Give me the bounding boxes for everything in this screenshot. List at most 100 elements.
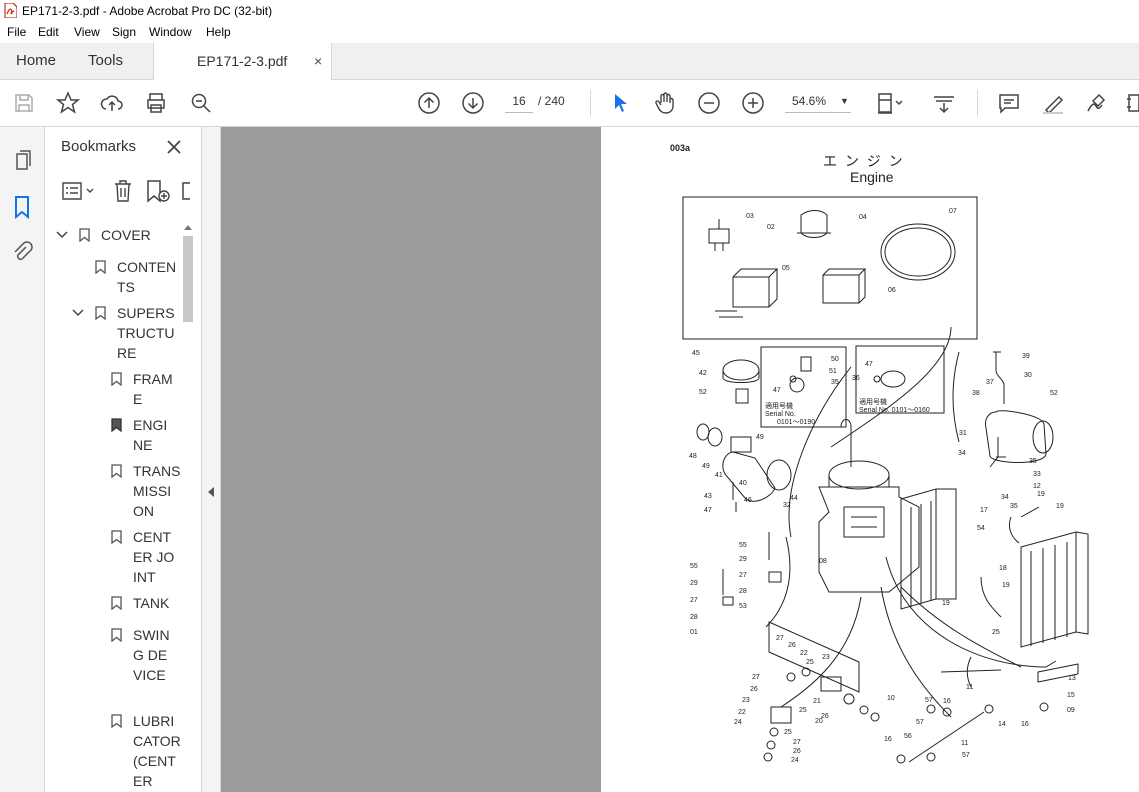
part-number-label: 23 bbox=[822, 654, 830, 661]
chevron-down-icon: ▼ bbox=[840, 96, 849, 106]
bookmark-center-joint[interactable]: CENTER JOINT bbox=[133, 527, 178, 587]
panel-splitter[interactable] bbox=[202, 127, 221, 792]
more-options-icon[interactable] bbox=[181, 179, 191, 203]
select-cursor-icon[interactable] bbox=[609, 91, 633, 115]
part-number-label: 44 bbox=[790, 495, 798, 502]
page-thumbnails-icon[interactable] bbox=[12, 149, 34, 171]
part-number-label: 11 bbox=[966, 684, 974, 691]
tab-home[interactable]: Home bbox=[16, 43, 56, 79]
zoom-out-icon[interactable] bbox=[697, 91, 721, 115]
part-number-label: 29 bbox=[690, 580, 698, 587]
star-bookmark-icon[interactable] bbox=[56, 91, 80, 115]
part-number-label: 52 bbox=[699, 389, 707, 396]
part-number-label: 25 bbox=[799, 707, 807, 714]
save-icon[interactable] bbox=[12, 91, 36, 115]
part-number-label: 53 bbox=[739, 603, 747, 610]
part-number-label: 55 bbox=[690, 563, 698, 570]
part-number-labels: 03 02 04 07 05 06 42 52 47 50 51 35 47 36 39 37 38 30 52 45… bbox=[601, 127, 1139, 792]
part-number-label: 36 bbox=[852, 375, 860, 382]
tab-document-label: EP171-2-3.pdf bbox=[197, 53, 288, 69]
find-zoom-icon[interactable] bbox=[189, 91, 213, 115]
navigation-rail bbox=[0, 127, 45, 792]
comment-icon[interactable] bbox=[997, 91, 1021, 115]
part-number-label: 27 bbox=[793, 739, 801, 746]
menu-help[interactable]: Help bbox=[206, 25, 231, 39]
bookmark-icon bbox=[111, 714, 122, 728]
collapse-panel-icon[interactable] bbox=[207, 487, 215, 497]
part-number-label: 26 bbox=[788, 642, 796, 649]
menu-bar: File Edit View Sign Window Help bbox=[0, 22, 1139, 43]
part-number-label: 51 bbox=[829, 368, 837, 375]
bookmark-lubricator[interactable]: LUBRICATOR (CENTER bbox=[133, 711, 181, 791]
menu-sign[interactable]: Sign bbox=[112, 25, 136, 39]
zoom-in-icon[interactable] bbox=[741, 91, 765, 115]
part-number-label: 48 bbox=[689, 453, 697, 460]
menu-view[interactable]: View bbox=[74, 25, 100, 39]
bookmark-cover[interactable]: COVER bbox=[101, 225, 181, 245]
print-icon[interactable] bbox=[144, 91, 168, 115]
bookmarks-scrollbar[interactable] bbox=[181, 222, 195, 792]
delete-bookmark-icon[interactable] bbox=[112, 179, 134, 203]
tab-document[interactable]: EP171-2-3.pdf × bbox=[153, 43, 332, 80]
close-icon[interactable] bbox=[166, 139, 182, 155]
menu-edit[interactable]: Edit bbox=[38, 25, 59, 39]
part-number-label: 22 bbox=[800, 650, 808, 657]
menu-window[interactable]: Window bbox=[149, 25, 192, 39]
part-number-label: 57 bbox=[962, 752, 970, 759]
part-number-label: 49 bbox=[702, 463, 710, 470]
part-number-label: 47 bbox=[865, 361, 873, 368]
page-number-input[interactable]: 16 bbox=[505, 90, 533, 113]
bookmark-transmission[interactable]: TRANSMISSION bbox=[133, 461, 181, 521]
part-number-label: 33 bbox=[1033, 471, 1041, 478]
part-number-label: 26 bbox=[793, 748, 801, 755]
page-total: / 240 bbox=[538, 94, 565, 108]
highlight-pen-icon[interactable] bbox=[1041, 91, 1065, 115]
bookmark-options-icon[interactable] bbox=[62, 181, 96, 201]
new-bookmark-icon[interactable] bbox=[145, 179, 171, 203]
bookmark-icon bbox=[95, 306, 106, 320]
part-number-label: 04 bbox=[859, 214, 867, 221]
previous-page-icon[interactable] bbox=[417, 91, 441, 115]
part-number-label: 46 bbox=[744, 497, 752, 504]
bookmark-swing-device[interactable]: SWING DEVICE bbox=[133, 625, 175, 685]
part-number-label: 16 bbox=[884, 736, 892, 743]
chevron-down-icon[interactable] bbox=[72, 308, 84, 318]
hand-tool-icon[interactable] bbox=[653, 91, 677, 115]
scroll-up-icon[interactable] bbox=[184, 224, 192, 230]
more-tools-icon[interactable] bbox=[1125, 91, 1139, 115]
bookmark-icon bbox=[95, 260, 106, 274]
next-page-icon[interactable] bbox=[461, 91, 485, 115]
bookmark-icon bbox=[111, 628, 122, 642]
part-number-label: 43 bbox=[704, 493, 712, 500]
part-number-label: 24 bbox=[791, 757, 799, 764]
bookmark-engine[interactable]: ENGINE bbox=[133, 415, 177, 455]
bookmark-superstructure[interactable]: SUPERSTRUCTURE bbox=[117, 303, 177, 363]
bookmark-frame[interactable]: FRAME bbox=[133, 369, 177, 409]
part-number-label: 10 bbox=[887, 695, 895, 702]
cloud-upload-icon[interactable] bbox=[100, 91, 124, 115]
bookmark-icon bbox=[79, 228, 90, 242]
zoom-level-select[interactable]: 54.6% ▼ bbox=[785, 90, 851, 113]
chevron-down-icon[interactable] bbox=[56, 230, 68, 240]
part-number-label: 35 bbox=[1010, 503, 1018, 510]
sign-icon[interactable] bbox=[1085, 91, 1109, 115]
page-fit-icon[interactable] bbox=[876, 91, 910, 115]
bookmark-contents[interactable]: CONTENTS bbox=[117, 257, 177, 297]
tab-close-icon[interactable]: × bbox=[314, 43, 322, 79]
part-number-label: 11 bbox=[961, 740, 969, 747]
tab-tools[interactable]: Tools bbox=[88, 43, 123, 79]
part-number-label: 34 bbox=[958, 450, 966, 457]
scroll-mode-icon[interactable] bbox=[932, 91, 956, 115]
pdf-page[interactable]: 003a エ ン ジ ン Engine 適用号機 Serial No. 0101… bbox=[601, 127, 1139, 792]
menu-file[interactable]: File bbox=[7, 25, 26, 39]
attachments-icon[interactable] bbox=[11, 240, 33, 264]
part-number-label: 18 bbox=[999, 565, 1007, 572]
part-number-label: 52 bbox=[1050, 390, 1058, 397]
scrollbar-thumb[interactable] bbox=[183, 236, 193, 322]
part-number-label: 27 bbox=[739, 572, 747, 579]
bookmark-tank[interactable]: TANK bbox=[133, 593, 177, 613]
bookmarks-panel-icon[interactable] bbox=[13, 195, 31, 219]
part-number-label: 57 bbox=[916, 719, 924, 726]
part-number-label: 35 bbox=[1029, 458, 1037, 465]
part-number-label: 56 bbox=[904, 733, 912, 740]
